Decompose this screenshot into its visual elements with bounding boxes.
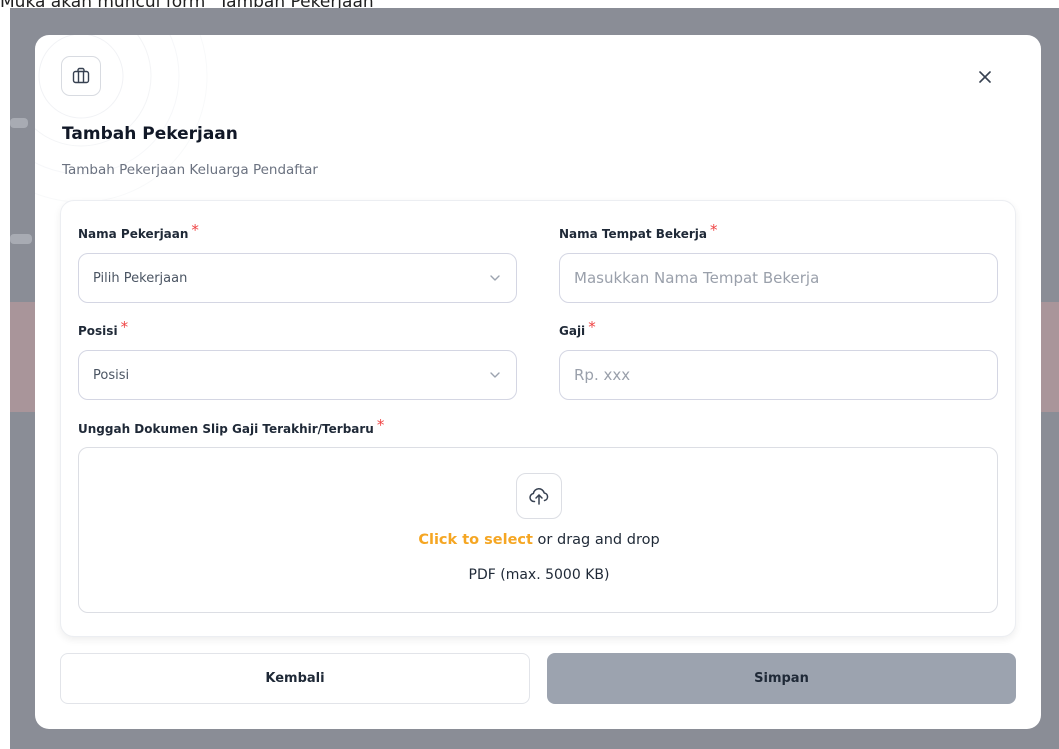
salary-label-text: Gaji bbox=[559, 324, 586, 338]
position-label-text: Posisi bbox=[78, 324, 118, 338]
upload-button[interactable] bbox=[516, 473, 562, 519]
job-name-label: Nama Pekerjaan * bbox=[78, 221, 199, 242]
position-select-value: Posisi bbox=[93, 367, 130, 383]
workplace-name-placeholder: Masukkan Nama Tempat Bekerja bbox=[574, 269, 820, 287]
job-form-card: Nama Pekerjaan * Pilih Pekerjaan Nama Tem… bbox=[60, 200, 1016, 637]
position-select[interactable]: Posisi bbox=[78, 350, 517, 400]
save-button[interactable]: Simpan bbox=[547, 653, 1016, 704]
workplace-name-label-text: Nama Tempat Bekerja bbox=[559, 227, 707, 241]
drag-drop-text: or drag and drop bbox=[532, 532, 660, 548]
salary-label: Gaji * bbox=[559, 318, 596, 339]
modal-subtitle: Tambah Pekerjaan Keluarga Pendaftar bbox=[62, 162, 318, 178]
back-button[interactable]: Kembali bbox=[60, 653, 530, 704]
background-text-ghost bbox=[10, 234, 32, 244]
file-type-hint: PDF (max. 5000 KB) bbox=[468, 567, 610, 583]
workplace-name-input[interactable]: Masukkan Nama Tempat Bekerja bbox=[559, 253, 998, 303]
required-asterisk: * bbox=[588, 318, 596, 336]
add-job-modal: Tambah Pekerjaan Tambah Pekerjaan Keluar… bbox=[35, 35, 1041, 729]
upload-label-text: Unggah Dokumen Slip Gaji Terakhir/Terbar… bbox=[78, 422, 374, 436]
job-name-select[interactable]: Pilih Pekerjaan bbox=[78, 253, 517, 303]
required-asterisk: * bbox=[709, 221, 718, 239]
modal-title: Tambah Pekerjaan bbox=[62, 124, 238, 144]
briefcase-icon bbox=[72, 67, 90, 84]
salary-slip-dropzone[interactable]: Click to select or drag and drop PDF (ma… bbox=[78, 447, 998, 613]
required-asterisk: * bbox=[120, 318, 129, 336]
chevron-down-icon bbox=[490, 372, 500, 378]
click-to-select-link[interactable]: Click to select bbox=[418, 532, 533, 548]
required-asterisk: * bbox=[376, 416, 385, 434]
position-label: Posisi * bbox=[78, 318, 129, 339]
upload-cloud-icon bbox=[529, 488, 549, 505]
required-asterisk: * bbox=[191, 221, 199, 239]
close-button[interactable] bbox=[973, 65, 997, 89]
job-name-label-text: Nama Pekerjaan bbox=[78, 227, 189, 241]
salary-placeholder: Rp. xxx bbox=[574, 366, 631, 384]
upload-label: Unggah Dokumen Slip Gaji Terakhir/Terbar… bbox=[78, 416, 385, 437]
job-name-select-value: Pilih Pekerjaan bbox=[93, 270, 188, 286]
dropzone-instruction: Click to select or drag and drop bbox=[79, 532, 999, 548]
background-text-ghost bbox=[10, 118, 28, 128]
briefcase-icon-box bbox=[61, 56, 101, 96]
chevron-down-icon bbox=[490, 275, 500, 281]
salary-input[interactable]: Rp. xxx bbox=[559, 350, 998, 400]
workplace-name-label: Nama Tempat Bekerja * bbox=[559, 221, 718, 242]
close-icon bbox=[979, 71, 991, 83]
